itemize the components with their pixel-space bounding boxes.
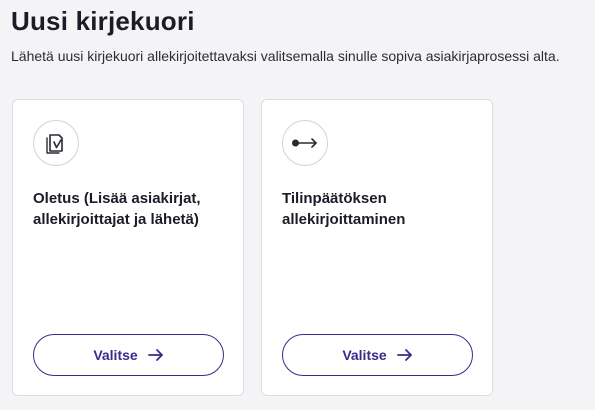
select-button-label: Valitse <box>342 347 387 363</box>
arrow-right-icon <box>147 348 164 362</box>
new-envelope-page: Uusi kirjekuori Lähetä uusi kirjekuori a… <box>0 0 595 410</box>
arrow-right-icon <box>396 348 413 362</box>
flow-arrow-icon <box>282 120 328 166</box>
process-card-title: Tilinpäätöksen allekirjoittaminen <box>282 190 406 228</box>
process-card-default: Oletus (Lisää asiakirjat, allekirjoittaj… <box>12 99 244 396</box>
page-subtitle: Lähetä uusi kirjekuori allekirjoitettava… <box>11 48 560 64</box>
select-button[interactable]: Valitse <box>282 334 473 376</box>
process-card-financial-statement: Tilinpäätöksen allekirjoittaminen Valits… <box>261 99 493 396</box>
select-button-label: Valitse <box>93 347 138 363</box>
page-title: Uusi kirjekuori <box>11 6 195 36</box>
document-sign-icon <box>33 120 79 166</box>
process-card-title: Oletus (Lisää asiakirjat, allekirjoittaj… <box>33 190 201 228</box>
select-button[interactable]: Valitse <box>33 334 224 376</box>
